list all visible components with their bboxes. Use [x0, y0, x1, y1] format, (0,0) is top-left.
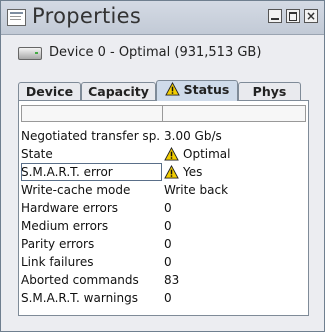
property-name: Negotiated transfer sp...: [21, 129, 161, 143]
device-title: Device 0 - Optimal (931,513 GB): [49, 45, 262, 60]
property-value: 3.00 Gb/s: [164, 127, 304, 145]
property-name: Parity errors: [21, 237, 95, 251]
minimize-button[interactable]: [268, 9, 282, 23]
title-bar[interactable]: Properties ×: [1, 1, 324, 35]
table-row[interactable]: State Optimal: [21, 145, 306, 163]
warning-icon: [164, 147, 179, 161]
property-value-text: Optimal: [183, 147, 231, 161]
property-value: Write back: [164, 181, 304, 199]
property-value: 0: [164, 217, 304, 235]
tab-phys[interactable]: Phys: [238, 82, 301, 100]
table-row[interactable]: Aborted commands 83: [21, 271, 306, 289]
property-value: 0: [164, 199, 304, 217]
property-value-text: 3.00 Gb/s: [164, 129, 222, 143]
properties-app-icon: [7, 9, 26, 26]
table-row[interactable]: Link failures 0: [21, 253, 306, 271]
tab-capacity[interactable]: Capacity: [81, 82, 156, 100]
property-name: S.M.A.R.T. error: [21, 163, 162, 181]
property-name: Write-cache mode: [21, 183, 131, 197]
maximize-button[interactable]: [286, 9, 300, 23]
tab-device[interactable]: Device: [18, 82, 81, 100]
table-row[interactable]: Medium errors 0: [21, 217, 306, 235]
tab-phys-label: Phys: [252, 84, 287, 99]
status-panel: Negotiated transfer sp... 3.00 Gb/s State O…: [18, 100, 309, 316]
tab-status[interactable]: Status: [156, 80, 238, 101]
property-value: 0: [164, 253, 304, 271]
warning-icon: [164, 82, 180, 96]
property-value-text: 0: [164, 255, 172, 269]
property-name: State: [21, 147, 53, 161]
table-row[interactable]: S.M.A.R.T. error Yes: [21, 163, 306, 181]
status-table-header: [21, 105, 306, 122]
property-value: 83: [164, 271, 304, 289]
table-row[interactable]: S.M.A.R.T. warnings 0: [21, 289, 306, 307]
property-name: Aborted commands: [21, 273, 139, 287]
tab-device-label: Device: [25, 84, 74, 99]
tab-capacity-label: Capacity: [88, 84, 149, 99]
warning-icon: [164, 165, 179, 179]
property-value: Yes: [164, 163, 304, 181]
properties-tabs: Device Capacity Status Phys: [18, 80, 308, 101]
property-name: Hardware errors: [21, 201, 119, 215]
property-value: 0: [164, 235, 304, 253]
table-row[interactable]: Hardware errors 0: [21, 199, 306, 217]
table-row[interactable]: Write-cache mode Write back: [21, 181, 306, 199]
property-value-text: 0: [164, 219, 172, 233]
properties-window: Properties × Device 0 - Optimal (931,513…: [0, 0, 325, 332]
property-value: Optimal: [164, 145, 304, 163]
property-value: 0: [164, 289, 304, 307]
table-row[interactable]: Negotiated transfer sp... 3.00 Gb/s: [21, 127, 306, 145]
table-row[interactable]: Parity errors 0: [21, 235, 306, 253]
property-name: S.M.A.R.T. warnings: [21, 291, 138, 305]
tab-status-label: Status: [183, 82, 230, 97]
hard-drive-icon: [18, 47, 42, 60]
device-summary: Device 0 - Optimal (931,513 GB): [18, 45, 318, 63]
property-value-text: 0: [164, 201, 172, 215]
property-value-text: 0: [164, 291, 172, 305]
property-name: Medium errors: [21, 219, 109, 233]
window-title: Properties: [32, 4, 142, 28]
property-value-text: Yes: [183, 165, 203, 179]
property-name: Link failures: [21, 255, 94, 269]
property-value-text: 83: [164, 273, 180, 287]
property-value-text: Write back: [164, 183, 229, 197]
close-button[interactable]: ×: [304, 9, 318, 23]
property-value-text: 0: [164, 237, 172, 251]
